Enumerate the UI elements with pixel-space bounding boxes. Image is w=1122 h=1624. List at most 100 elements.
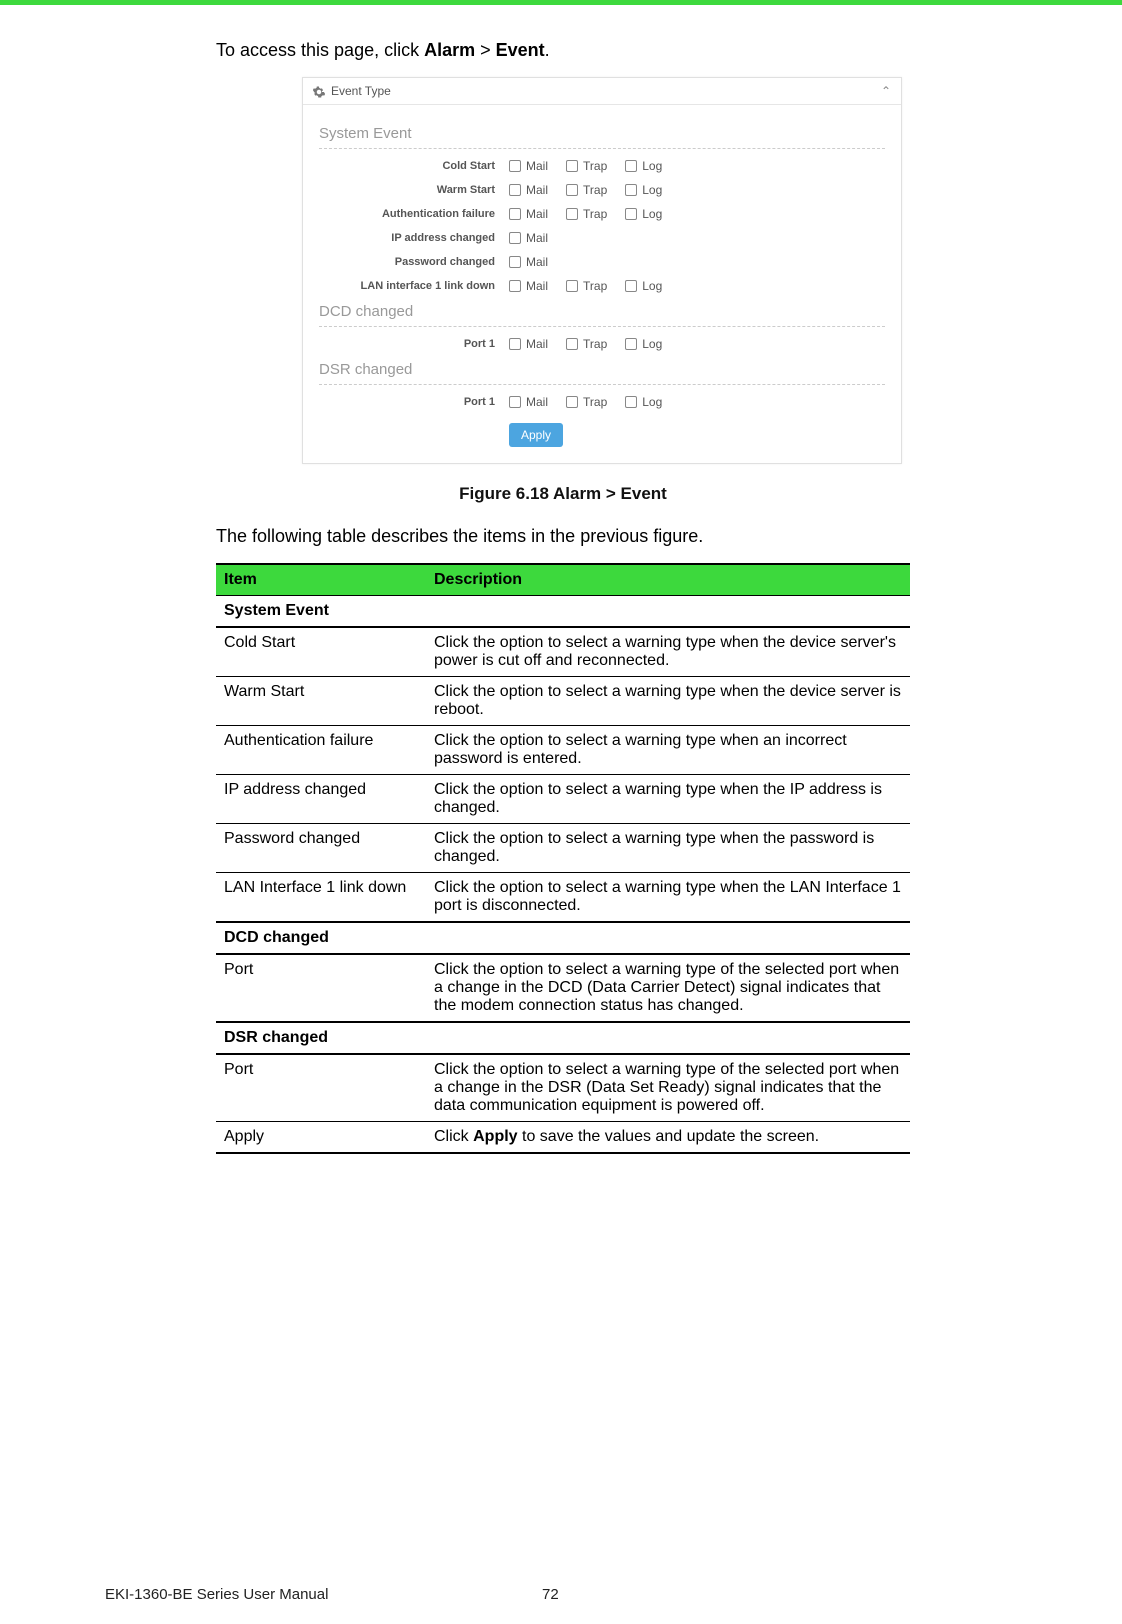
checkbox-label: Trap	[583, 395, 607, 409]
checkbox-option[interactable]: Mail	[509, 183, 548, 197]
checkbox-icon[interactable]	[509, 338, 521, 350]
checkbox-option[interactable]: Mail	[509, 395, 548, 409]
table-row: Warm StartClick the option to select a w…	[216, 677, 910, 726]
row-label: Cold Start	[319, 160, 509, 172]
checkbox-option[interactable]: Mail	[509, 207, 548, 221]
table-row: IP address changedClick the option to se…	[216, 775, 910, 824]
checkbox-option[interactable]: Trap	[566, 183, 607, 197]
checkbox-option[interactable]: Mail	[509, 159, 548, 173]
checkbox-icon[interactable]	[509, 208, 521, 220]
checkbox-icon[interactable]	[625, 396, 637, 408]
checkbox-icon[interactable]	[566, 396, 578, 408]
checkbox-icon[interactable]	[566, 184, 578, 196]
checkbox-label: Log	[642, 395, 662, 409]
table-item-cell: LAN Interface 1 link down	[216, 873, 426, 923]
checkbox-icon[interactable]	[509, 280, 521, 292]
section-title: DCD changed	[319, 303, 885, 320]
checkbox-option[interactable]: Trap	[566, 207, 607, 221]
checkbox-icon[interactable]	[566, 208, 578, 220]
checkbox-icon[interactable]	[509, 232, 521, 244]
row-label: Password changed	[319, 256, 509, 268]
row-options: Mail Trap Log	[509, 279, 662, 293]
checkbox-icon[interactable]	[625, 280, 637, 292]
section-separator	[319, 148, 885, 149]
table-item-cell: Port	[216, 954, 426, 1022]
checkbox-icon[interactable]	[625, 338, 637, 350]
checkbox-option[interactable]: Log	[625, 207, 662, 221]
panel-header[interactable]: Event Type ⌃	[303, 78, 901, 105]
table-section-cell: System Event	[216, 596, 910, 628]
table-row: Password changedClick the option to sele…	[216, 824, 910, 873]
checkbox-icon[interactable]	[509, 256, 521, 268]
table-desc-cell: Click the option to select a warning typ…	[426, 726, 910, 775]
row-label: Port 1	[319, 338, 509, 350]
checkbox-label: Mail	[526, 231, 548, 245]
checkbox-label: Mail	[526, 395, 548, 409]
checkbox-option[interactable]: Trap	[566, 159, 607, 173]
checkbox-label: Log	[642, 159, 662, 173]
checkbox-icon[interactable]	[509, 184, 521, 196]
checkbox-label: Log	[642, 183, 662, 197]
table-item-cell: IP address changed	[216, 775, 426, 824]
checkbox-option[interactable]: Log	[625, 183, 662, 197]
checkbox-option[interactable]: Log	[625, 279, 662, 293]
footer-manual-title: EKI-1360-BE Series User Manual	[105, 1586, 328, 1603]
checkbox-label: Mail	[526, 337, 548, 351]
collapse-caret-icon[interactable]: ⌃	[881, 84, 891, 98]
table-row: DSR changed	[216, 1022, 910, 1054]
table-row: Cold StartClick the option to select a w…	[216, 627, 910, 677]
row-options: Mail Trap Log	[509, 337, 662, 351]
checkbox-icon[interactable]	[566, 280, 578, 292]
section-separator	[319, 326, 885, 327]
checkbox-label: Log	[642, 207, 662, 221]
checkbox-icon[interactable]	[566, 160, 578, 172]
checkbox-icon[interactable]	[625, 184, 637, 196]
checkbox-label: Trap	[583, 183, 607, 197]
checkbox-option[interactable]: Mail	[509, 279, 548, 293]
row-label: LAN interface 1 link down	[319, 280, 509, 292]
checkbox-icon[interactable]	[566, 338, 578, 350]
row-options: Mail Trap Log	[509, 207, 662, 221]
form-row: Warm StartMail Trap Log	[319, 183, 885, 197]
apply-button[interactable]: Apply	[509, 423, 563, 447]
figure-caption: Figure 6.18 Alarm > Event	[216, 484, 910, 504]
checkbox-label: Mail	[526, 279, 548, 293]
checkbox-label: Trap	[583, 337, 607, 351]
section-title: System Event	[319, 125, 885, 142]
form-row: Cold StartMail Trap Log	[319, 159, 885, 173]
checkbox-option[interactable]: Mail	[509, 337, 548, 351]
table-row: System Event	[216, 596, 910, 628]
table-desc-cell: Click the option to select a warning typ…	[426, 824, 910, 873]
checkbox-icon[interactable]	[625, 208, 637, 220]
table-row: ApplyClick Apply to save the values and …	[216, 1122, 910, 1154]
form-row: Password changedMail	[319, 255, 885, 269]
checkbox-option[interactable]: Mail	[509, 231, 548, 245]
checkbox-option[interactable]: Trap	[566, 279, 607, 293]
checkbox-option[interactable]: Log	[625, 337, 662, 351]
checkbox-option[interactable]: Trap	[566, 337, 607, 351]
checkbox-option[interactable]: Trap	[566, 395, 607, 409]
checkbox-option[interactable]: Log	[625, 159, 662, 173]
row-label: Warm Start	[319, 184, 509, 196]
table-item-cell: Warm Start	[216, 677, 426, 726]
checkbox-icon[interactable]	[625, 160, 637, 172]
checkbox-option[interactable]: Log	[625, 395, 662, 409]
intro-bold-alarm: Alarm	[424, 40, 475, 60]
form-row: Port 1MailTrapLog	[319, 395, 885, 409]
table-intro: The following table describes the items …	[216, 526, 910, 547]
table-item-cell: Apply	[216, 1122, 426, 1154]
row-options: Mail Trap Log	[509, 183, 662, 197]
row-options: Mail	[509, 255, 548, 269]
intro-text: To access this page, click Alarm > Event…	[216, 40, 910, 61]
table-header-item: Item	[216, 564, 426, 596]
table-row: PortClick the option to select a warning…	[216, 1054, 910, 1122]
checkbox-label: Log	[642, 337, 662, 351]
checkbox-label: Trap	[583, 159, 607, 173]
checkbox-option[interactable]: Mail	[509, 255, 548, 269]
table-row: LAN Interface 1 link downClick the optio…	[216, 873, 910, 923]
section-separator	[319, 384, 885, 385]
checkbox-icon[interactable]	[509, 396, 521, 408]
form-row: LAN interface 1 link down Mail Trap Log	[319, 279, 885, 293]
checkbox-icon[interactable]	[509, 160, 521, 172]
checkbox-label: Log	[642, 279, 662, 293]
